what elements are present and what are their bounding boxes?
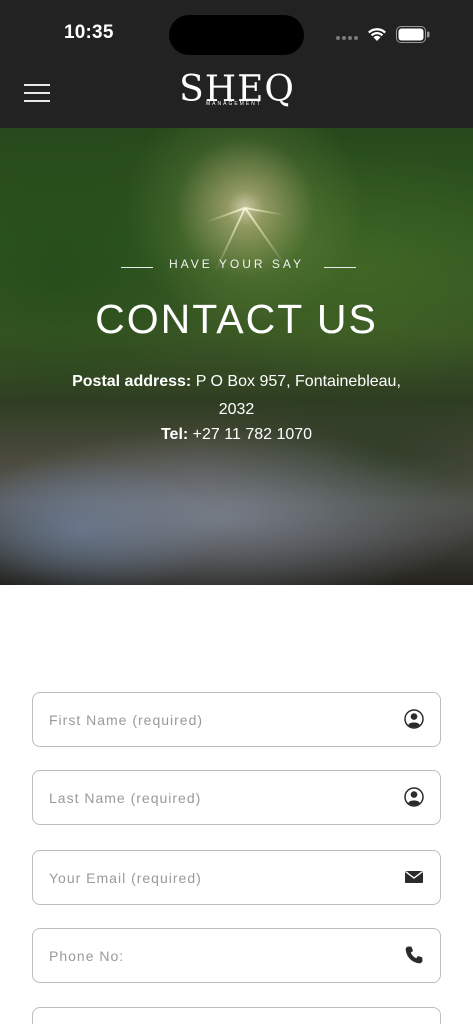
phone-label: Tel: (160, 426, 189, 443)
logo-subtext: MANAGEMENT (204, 101, 264, 107)
status-time: 10:35 (64, 22, 114, 43)
address-value: P O Box 957, Fontainebleau, 2032 (195, 373, 401, 418)
battery-icon (396, 26, 430, 43)
phone-value: +27 11 782 1070 (192, 426, 313, 443)
app-header: 10:35 SHEQ MANAGEMENT (0, 0, 473, 128)
hero-overlay (0, 128, 473, 585)
phone-input[interactable] (33, 929, 393, 982)
envelope-icon (405, 871, 423, 883)
eyebrow-line-right (324, 267, 356, 268)
first-name-field[interactable] (32, 692, 441, 747)
wifi-icon (368, 28, 386, 41)
address-label: Postal address: (72, 373, 192, 390)
last-name-input[interactable] (33, 771, 393, 824)
hamburger-menu-icon[interactable] (24, 82, 50, 102)
signal-icon (336, 36, 358, 40)
hero-banner: HAVE YOUR SAY CONTACT US Postal address:… (0, 128, 473, 585)
email-input[interactable] (33, 851, 393, 904)
hero-eyebrow: HAVE YOUR SAY (168, 257, 305, 271)
user-icon (404, 787, 424, 807)
phone-icon (405, 946, 423, 964)
page-title: CONTACT US (95, 296, 378, 342)
message-field[interactable] (32, 1007, 441, 1024)
first-name-input[interactable] (33, 693, 393, 746)
phone-number[interactable]: Tel: +27 11 782 1070 (0, 425, 473, 445)
user-icon (404, 709, 424, 729)
email-field[interactable] (32, 850, 441, 905)
dynamic-island (169, 15, 304, 55)
phone-field[interactable] (32, 928, 441, 983)
postal-address: Postal address: P O Box 957, Fontaineble… (60, 368, 413, 424)
logo[interactable]: SHEQ MANAGEMENT (178, 72, 296, 112)
last-name-field[interactable] (32, 770, 441, 825)
